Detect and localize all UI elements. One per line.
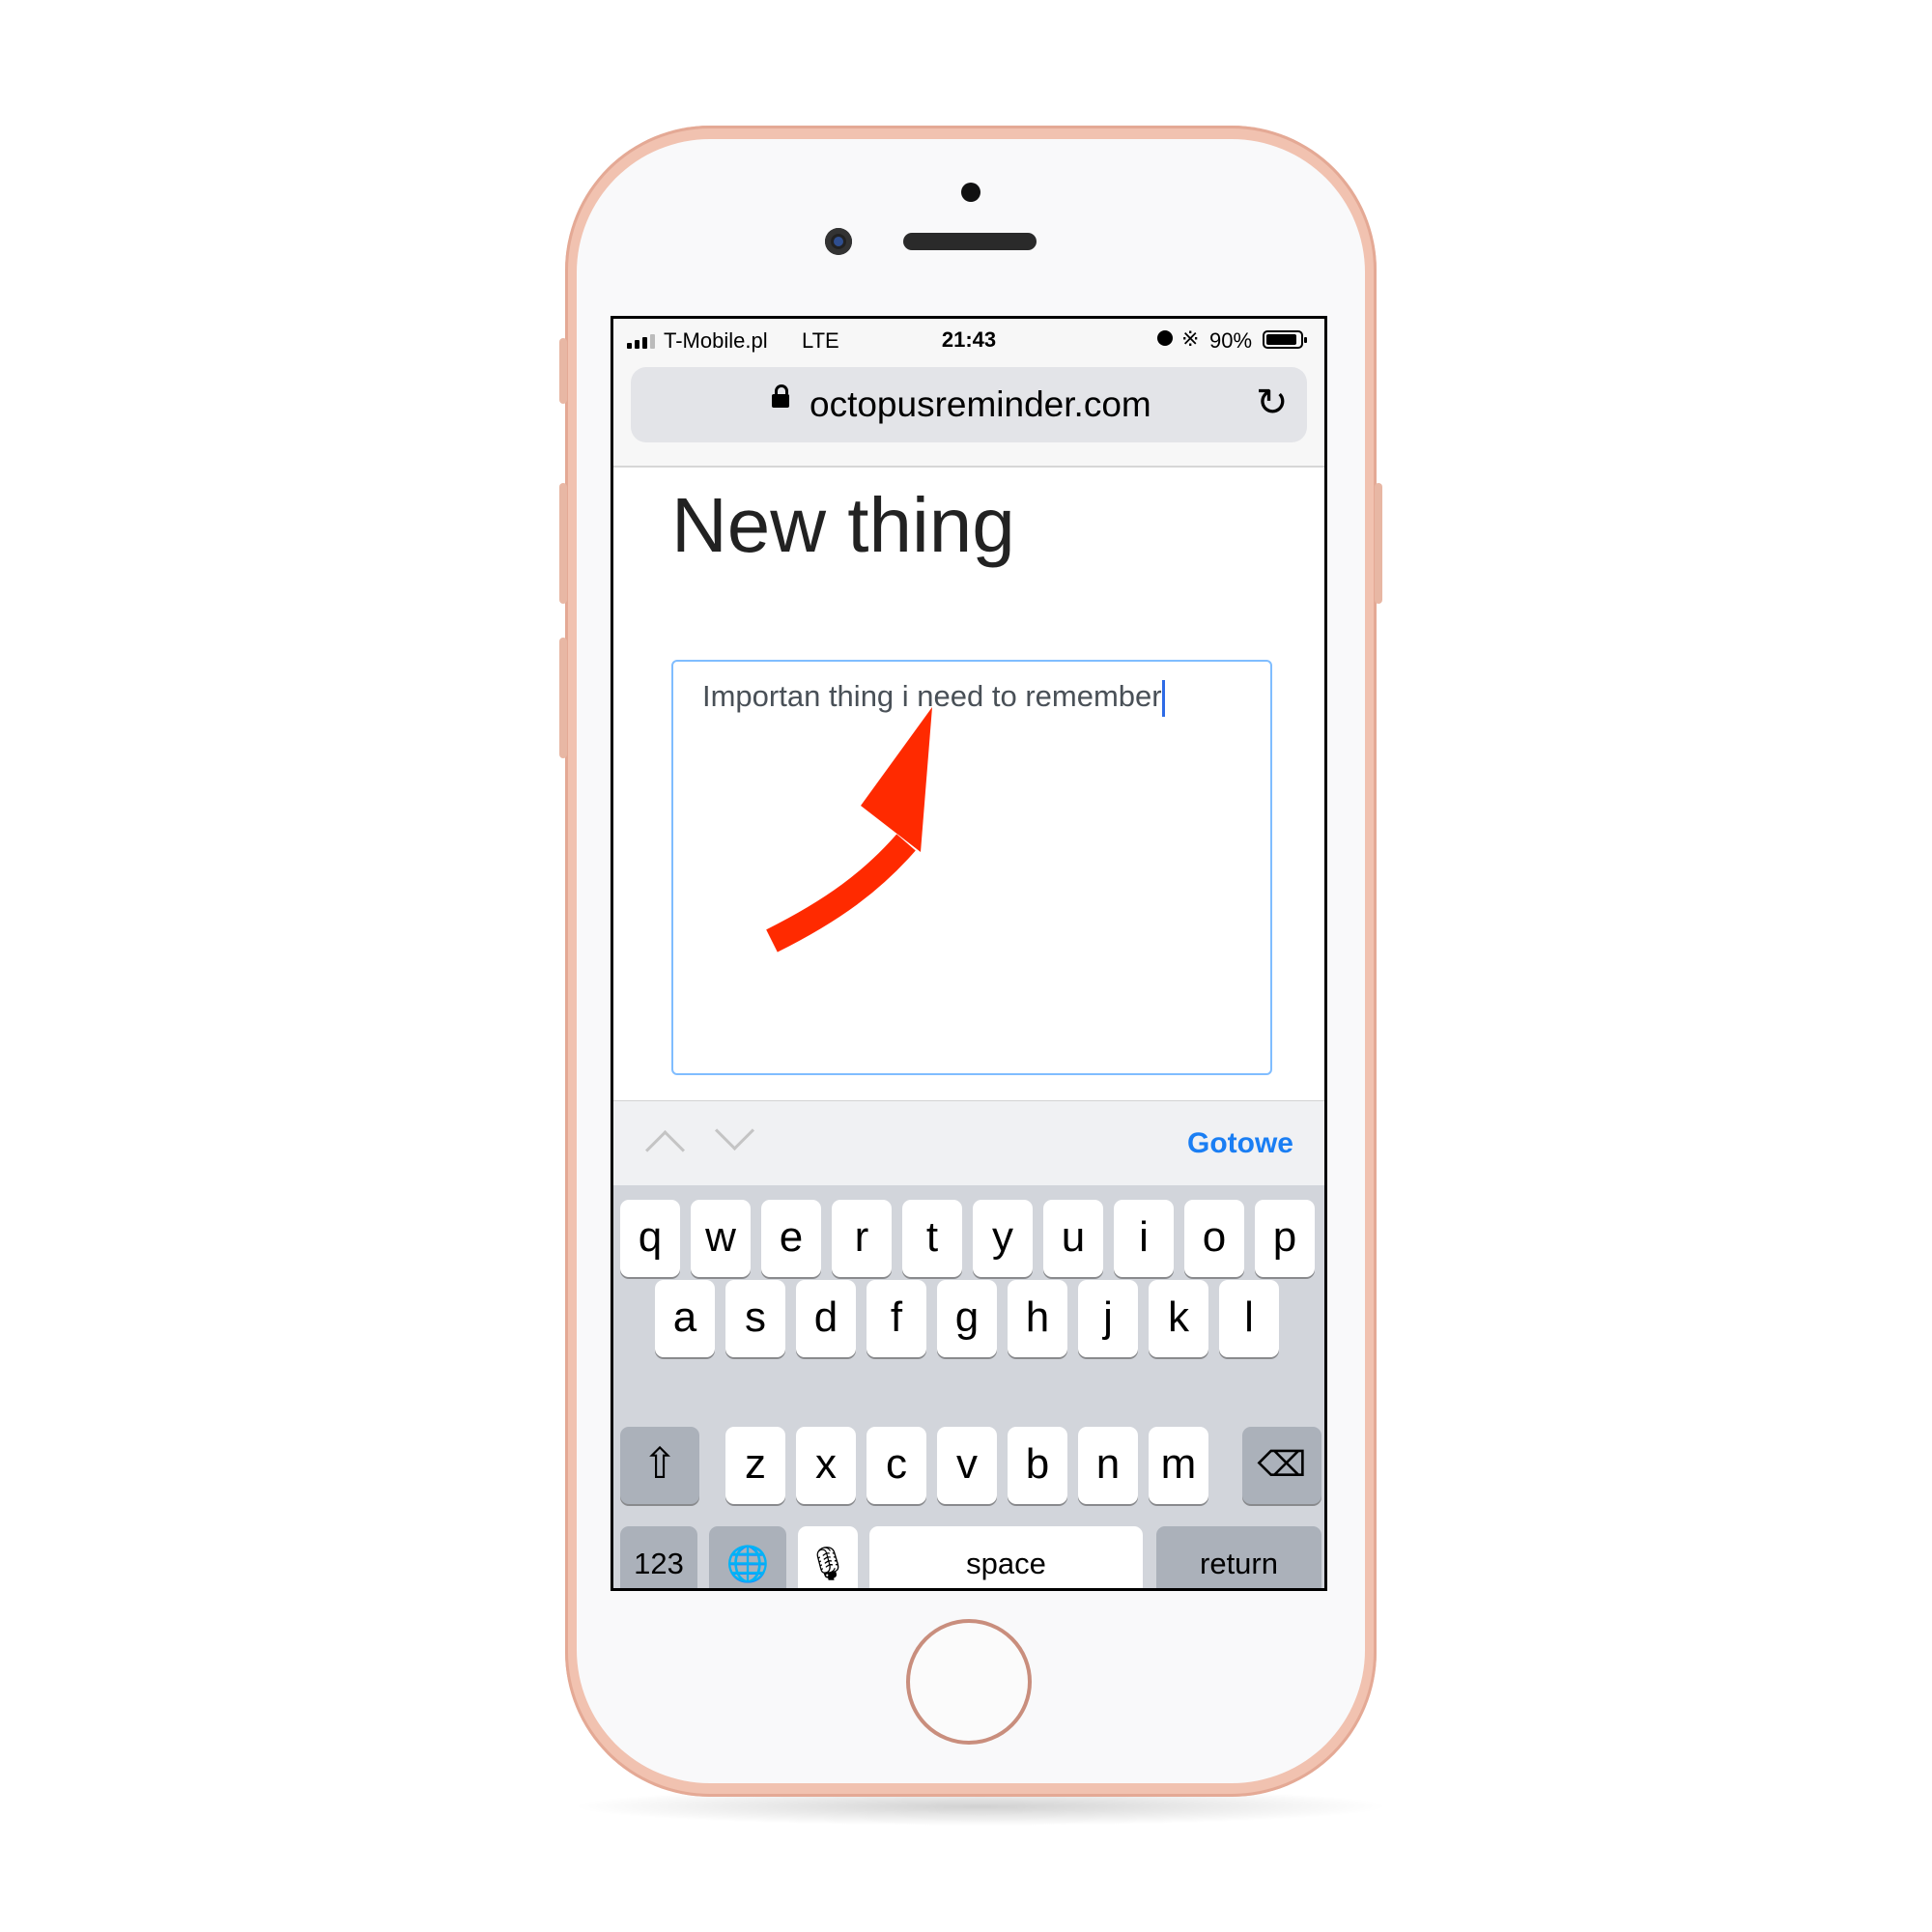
numbers-key[interactable]: 123 [620, 1526, 697, 1588]
key-d[interactable]: d [796, 1280, 856, 1357]
browser-toolbar: octopusreminder.com ↻ [613, 359, 1324, 468]
chevron-up-icon[interactable] [644, 1129, 686, 1171]
front-camera [825, 228, 852, 255]
space-key[interactable]: space [869, 1526, 1143, 1588]
done-button[interactable]: Gotowe [1187, 1127, 1293, 1160]
microphone-icon[interactable]: 🎙 [798, 1526, 858, 1588]
key-k[interactable]: k [1149, 1280, 1208, 1357]
alarm-icon [1157, 330, 1173, 346]
key-g[interactable]: g [937, 1280, 997, 1357]
key-x[interactable]: x [796, 1427, 856, 1504]
key-p[interactable]: p [1255, 1200, 1315, 1277]
key-b[interactable]: b [1008, 1427, 1067, 1504]
lock-icon [772, 384, 789, 408]
key-h[interactable]: h [1008, 1280, 1067, 1357]
key-o[interactable]: o [1184, 1200, 1244, 1277]
sensor-dot [961, 183, 980, 202]
key-u[interactable]: u [1043, 1200, 1103, 1277]
onscreen-keyboard: ⇧ ⌫ 123 🌐 🎙 space return qwertyuiop asdfg… [613, 1185, 1324, 1588]
key-m[interactable]: m [1149, 1427, 1208, 1504]
status-bar: T-Mobile.pl LTE 21:43 ※ 90% [613, 319, 1324, 359]
annotation-arrow-icon [766, 707, 932, 952]
key-t[interactable]: t [902, 1200, 962, 1277]
key-q[interactable]: q [620, 1200, 680, 1277]
key-l[interactable]: l [1219, 1280, 1279, 1357]
phone-screen: T-Mobile.pl LTE 21:43 ※ 90% octopusremin… [611, 316, 1327, 1591]
key-s[interactable]: s [725, 1280, 785, 1357]
mute-switch [559, 338, 567, 404]
home-button[interactable] [906, 1619, 1032, 1745]
volume-up-button [559, 483, 567, 604]
key-n[interactable]: n [1078, 1427, 1138, 1504]
chevron-down-icon[interactable] [714, 1110, 755, 1151]
battery-icon [1263, 330, 1307, 349]
earpiece-speaker [903, 233, 1037, 250]
key-w[interactable]: w [691, 1200, 751, 1277]
key-r[interactable]: r [832, 1200, 892, 1277]
battery-fill [1266, 334, 1296, 345]
key-v[interactable]: v [937, 1427, 997, 1504]
key-f[interactable]: f [867, 1280, 926, 1357]
text-caret [1161, 679, 1165, 717]
url-text: octopusreminder.com [810, 384, 1151, 424]
key-e[interactable]: e [761, 1200, 821, 1277]
return-key[interactable]: return [1156, 1526, 1321, 1588]
key-a[interactable]: a [655, 1280, 715, 1357]
keyboard-accessory-bar: Gotowe [613, 1100, 1324, 1186]
globe-icon[interactable]: 🌐 [709, 1526, 786, 1588]
key-i[interactable]: i [1114, 1200, 1174, 1277]
key-c[interactable]: c [867, 1427, 926, 1504]
backspace-icon[interactable]: ⌫ [1242, 1427, 1321, 1504]
page-title: New thing [671, 482, 1015, 568]
address-bar[interactable]: octopusreminder.com ↻ [631, 367, 1307, 442]
key-j[interactable]: j [1078, 1280, 1138, 1357]
bluetooth-icon: ※ [1181, 327, 1200, 351]
power-button [1375, 483, 1382, 604]
shift-icon[interactable]: ⇧ [620, 1427, 699, 1504]
key-y[interactable]: y [973, 1200, 1033, 1277]
reload-icon[interactable]: ↻ [1256, 381, 1289, 425]
key-z[interactable]: z [725, 1427, 785, 1504]
volume-down-button [559, 638, 567, 758]
battery-percent: 90% [1209, 328, 1253, 353]
